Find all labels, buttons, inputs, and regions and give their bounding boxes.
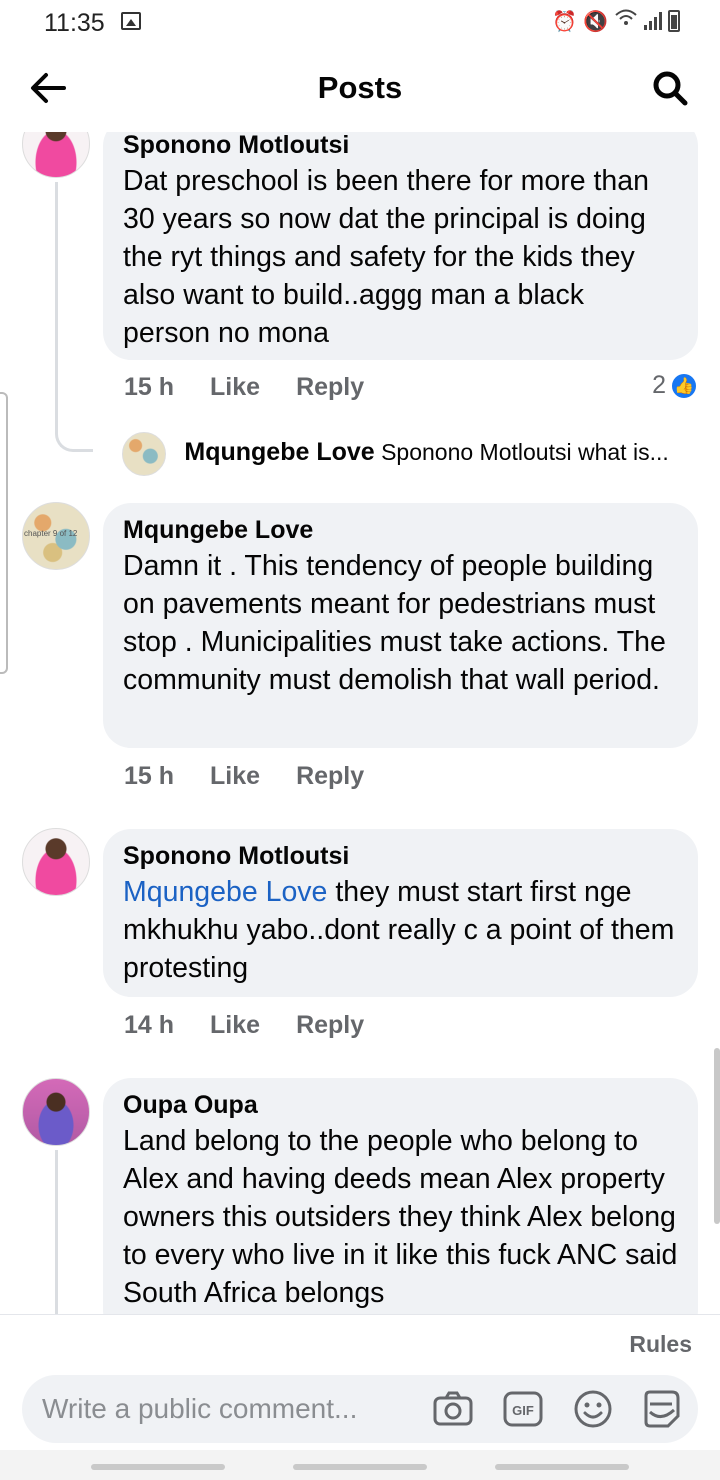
camera-icon[interactable] <box>432 1388 474 1430</box>
like-button[interactable]: Like <box>210 373 260 402</box>
comment-text: Land belong to the people who belong to … <box>123 1125 678 1309</box>
comment-bubble: Mqungebe Love Damn it . This tendency of… <box>103 503 698 748</box>
alarm-icon: ⏰ <box>552 10 578 33</box>
like-button[interactable]: Like <box>210 1011 260 1040</box>
reply-button[interactable]: Reply <box>296 1011 364 1040</box>
emoji-icon[interactable] <box>572 1388 614 1430</box>
comment-time[interactable]: 14 h <box>124 1011 174 1040</box>
avatar[interactable]: chapter 9 of 12 <box>22 502 90 570</box>
thread-line <box>55 182 58 432</box>
thread-line <box>55 1150 58 1314</box>
thread-curve <box>55 430 93 452</box>
comment-actions: 15 h Like Reply <box>124 762 364 791</box>
comment-author[interactable]: Sponono Motloutsi <box>123 132 678 160</box>
search-icon[interactable] <box>650 68 690 108</box>
nav-back[interactable] <box>495 1464 629 1470</box>
comment-author[interactable]: Sponono Motloutsi <box>123 841 678 871</box>
reply-preview: Sponono Motloutsi what is... <box>381 439 669 466</box>
avatar-caption: chapter 9 of 12 <box>24 529 78 538</box>
mention-link[interactable]: Mqungebe Love <box>123 876 327 908</box>
comment-bubble: Oupa Oupa Land belong to the people who … <box>103 1078 698 1314</box>
page-title: Posts <box>317 70 403 105</box>
status-time: 11:35 <box>44 9 105 37</box>
comment-box[interactable]: GIF <box>22 1375 698 1443</box>
thumbs-up-icon: 👍 <box>670 371 698 400</box>
signal-icon <box>644 12 662 30</box>
comment-bubble: Sponono Motloutsi Mqungebe Love they mus… <box>103 829 698 997</box>
comment-actions: 15 h Like Reply <box>124 373 364 402</box>
reply-button[interactable]: Reply <box>296 373 364 402</box>
status-bar: 11:35 ⏰ 🔇 <box>0 0 720 44</box>
like-button[interactable]: Like <box>210 762 260 791</box>
comment-input[interactable] <box>42 1389 422 1429</box>
image-icon <box>121 12 141 30</box>
nav-home[interactable] <box>293 1464 427 1470</box>
system-nav-bar <box>0 1450 720 1480</box>
comment-author[interactable]: Mqungebe Love <box>123 515 678 545</box>
nav-recent[interactable] <box>91 1464 225 1470</box>
avatar[interactable] <box>22 1078 90 1146</box>
comment-time[interactable]: 15 h <box>124 373 174 402</box>
comment-author[interactable]: Oupa Oupa <box>123 1090 678 1120</box>
svg-text:GIF: GIF <box>512 1403 534 1418</box>
comment-text: Dat preschool is been there for more tha… <box>123 165 649 349</box>
reply-button[interactable]: Reply <box>296 762 364 791</box>
reply-summary[interactable]: Mqungebe Love Sponono Motloutsi what is.… <box>122 432 669 476</box>
comment-composer: Rules GIF <box>0 1314 720 1450</box>
comment-bubble: Sponono Motloutsi Dat preschool is been … <box>103 132 698 360</box>
reaction-summary[interactable]: 2 👍 <box>652 371 698 400</box>
comment-text: Damn it . This tendency of people buildi… <box>123 550 666 696</box>
side-panel-edge <box>0 392 8 674</box>
reply-author: Mqungebe Love <box>184 438 375 467</box>
gif-icon[interactable]: GIF <box>502 1388 544 1430</box>
battery-icon <box>668 10 680 32</box>
comment-text: Mqungebe Love they must start first nge … <box>123 873 678 987</box>
status-icons: ⏰ 🔇 <box>552 8 680 34</box>
reaction-count: 2 <box>652 371 666 399</box>
comment-actions: 14 h Like Reply <box>124 1011 364 1040</box>
app-bar: Posts <box>0 44 720 132</box>
comment-time[interactable]: 15 h <box>124 762 174 791</box>
avatar[interactable] <box>22 132 90 178</box>
rules-link[interactable]: Rules <box>629 1331 692 1358</box>
comment-feed[interactable]: Sponono Motloutsi Dat preschool is been … <box>0 132 720 1314</box>
avatar <box>122 432 166 476</box>
sticker-icon[interactable] <box>640 1388 682 1430</box>
avatar[interactable] <box>22 828 90 896</box>
scrollbar[interactable] <box>714 1048 720 1224</box>
mute-icon: 🔇 <box>583 10 608 33</box>
wifi-icon <box>614 8 638 34</box>
